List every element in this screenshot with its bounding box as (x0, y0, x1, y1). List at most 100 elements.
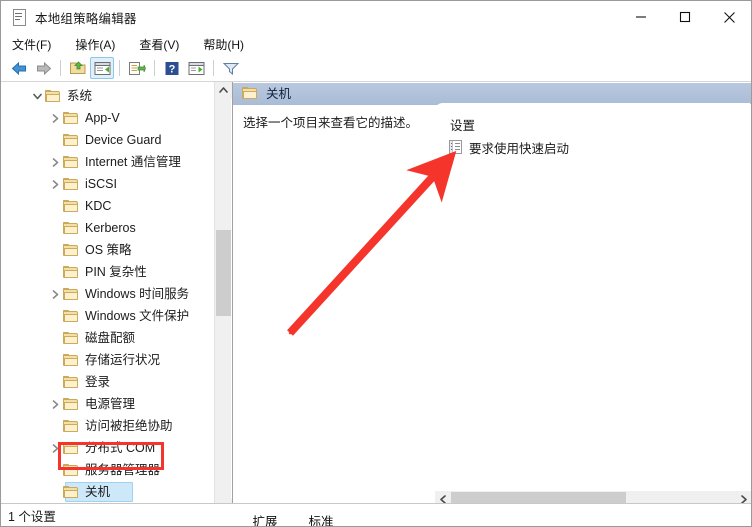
folder-icon (63, 397, 79, 411)
forward-arrow-icon[interactable] (31, 57, 55, 79)
folder-icon (63, 133, 79, 147)
policy-tree-pane: 系统 App-V Device Guard Internet 通信管理 iSCSI KD… (1, 82, 233, 526)
tree-item-system[interactable]: 系统 (1, 85, 215, 107)
tree-item[interactable]: OS 策略 (1, 239, 215, 261)
tree-indent-spacer (47, 349, 63, 371)
tree-item[interactable]: Internet 通信管理 (1, 151, 215, 173)
tree-item-label: Kerberos (85, 221, 136, 235)
tree-item[interactable]: 访问被拒绝协助 (1, 415, 215, 437)
tree-indent-spacer (47, 261, 63, 283)
tree-item[interactable]: 服务器管理器 (1, 459, 215, 481)
scroll-up-arrow-icon[interactable] (215, 82, 232, 99)
folder-icon (63, 419, 79, 433)
tree-item-label: Device Guard (85, 133, 162, 147)
window-controls (619, 1, 751, 33)
tree-item[interactable]: 存储运行状况 (1, 349, 215, 371)
folder-icon (63, 287, 79, 301)
tree-item-label: 服务器管理器 (85, 463, 161, 477)
setting-list-item[interactable]: 要求使用快速启动 (449, 138, 569, 157)
settings-column-header: 设置 (450, 119, 476, 133)
tree-indent-spacer (47, 371, 63, 393)
settings-pane-title: 关机 (266, 87, 292, 101)
setting-label: 要求使用快速启动 (469, 142, 570, 156)
menu-action[interactable]: 操作(A) (73, 35, 117, 54)
folder-icon (63, 331, 79, 345)
tree-item-label: OS 策略 (85, 243, 132, 257)
tree-item[interactable]: PIN 复杂性 (1, 261, 215, 283)
tree-indent-spacer (47, 129, 63, 151)
close-button[interactable] (707, 1, 751, 33)
menu-help[interactable]: 帮助(H) (201, 35, 246, 54)
folder-icon (242, 87, 258, 100)
help-icon[interactable]: ? (160, 57, 184, 79)
policy-tree-list: 系统 App-V Device Guard Internet 通信管理 iSCSI KD… (1, 85, 215, 515)
settings-pane-header: 关机 (233, 83, 751, 105)
chevron-right-icon[interactable] (47, 107, 63, 129)
folder-icon (45, 89, 61, 103)
tree-item[interactable]: 登录 (1, 371, 215, 393)
tree-vertical-scrollbar[interactable] (214, 82, 232, 515)
chevron-right-icon[interactable] (47, 437, 63, 459)
folder-icon (63, 375, 79, 389)
show-hide-tree-icon[interactable] (90, 57, 114, 79)
settings-list-panel: 设置 要求使用快速启动 (435, 104, 751, 526)
tree-item[interactable]: Windows 时间服务 (1, 283, 215, 305)
svg-text:?: ? (169, 63, 176, 75)
title-bar: 本地组策略编辑器 (1, 1, 751, 33)
chevron-right-icon[interactable] (47, 151, 63, 173)
filter-icon[interactable] (219, 57, 243, 79)
menu-file[interactable]: 文件(F) (10, 35, 53, 54)
tree-item[interactable]: 分布式 COM (1, 437, 215, 459)
tree-indent-spacer (47, 217, 63, 239)
settings-pane-description: 选择一个项目来查看它的描述。 (243, 116, 419, 130)
tree-indent-spacer (47, 195, 63, 217)
tree-scrollbar-thumb[interactable] (216, 230, 231, 316)
tab-label: 扩展 (252, 514, 278, 527)
toolbar: ? (1, 55, 751, 82)
tree-item[interactable]: App-V (1, 107, 215, 129)
up-folder-icon[interactable] (66, 57, 90, 79)
maximize-button[interactable] (663, 1, 707, 33)
tree-indent-spacer (47, 481, 63, 503)
folder-icon (63, 441, 79, 455)
local-group-policy-editor-window: 本地组策略编辑器 文件(F) 操作(A) 查看(V) 帮助(H) ? 系统 Ap… (0, 0, 752, 527)
tree-item-label: App-V (85, 111, 120, 125)
tree-item-label: 登录 (85, 375, 111, 389)
menu-bar: 文件(F) 操作(A) 查看(V) 帮助(H) (1, 33, 751, 55)
chevron-right-icon[interactable] (47, 173, 63, 195)
tree-item-label: 分布式 COM (85, 441, 156, 455)
tree-item[interactable]: iSCSI (1, 173, 215, 195)
chevron-right-icon[interactable] (47, 283, 63, 305)
policy-tree[interactable]: 系统 App-V Device Guard Internet 通信管理 iSCSI KD… (1, 82, 215, 515)
chevron-down-icon[interactable] (29, 85, 45, 107)
tree-indent-spacer (47, 327, 63, 349)
tree-item[interactable]: 磁盘配额 (1, 327, 215, 349)
toolbar-separator (213, 60, 214, 76)
tree-item[interactable]: KDC (1, 195, 215, 217)
tree-item-label: 电源管理 (85, 397, 136, 411)
folder-icon (63, 177, 79, 191)
tree-item-label: PIN 复杂性 (85, 265, 147, 279)
tree-item-label: 系统 (67, 89, 93, 103)
folder-icon (63, 309, 79, 323)
tree-item[interactable]: 电源管理 (1, 393, 215, 415)
chevron-right-icon[interactable] (47, 393, 63, 415)
tree-item[interactable]: 关机 (1, 481, 215, 503)
export-list-icon[interactable] (125, 57, 149, 79)
minimize-button[interactable] (619, 1, 663, 33)
menu-view[interactable]: 查看(V) (137, 35, 181, 54)
tree-item[interactable]: Windows 文件保护 (1, 305, 215, 327)
tree-item-label: 存储运行状况 (85, 353, 161, 367)
tree-item[interactable]: Kerberos (1, 217, 215, 239)
tree-indent-spacer (47, 415, 63, 437)
folder-icon (63, 199, 79, 213)
folder-icon (63, 485, 79, 499)
status-text: 1 个设置 (8, 509, 56, 524)
properties-icon[interactable] (184, 57, 208, 79)
toolbar-separator (154, 60, 155, 76)
tree-item[interactable]: Device Guard (1, 129, 215, 151)
back-arrow-icon[interactable] (7, 57, 31, 79)
folder-icon (63, 221, 79, 235)
tree-indent-spacer (47, 305, 63, 327)
policy-editor-icon (10, 8, 28, 26)
